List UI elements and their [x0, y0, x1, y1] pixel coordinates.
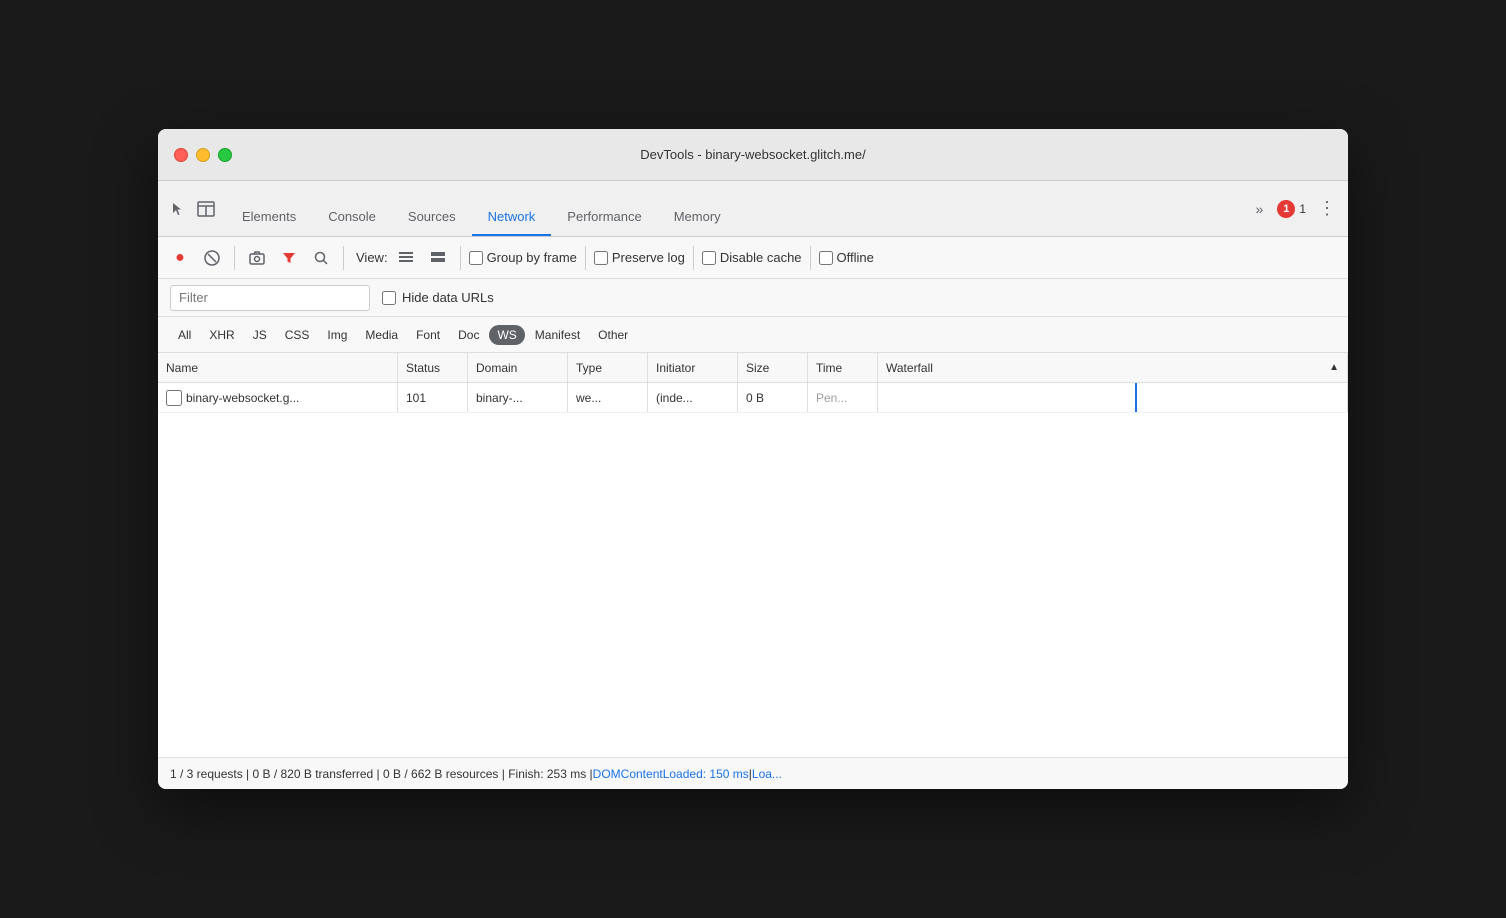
toolbar-divider-2 [343, 246, 344, 270]
search-button[interactable] [307, 244, 335, 272]
col-header-name[interactable]: Name [158, 353, 398, 382]
record-button[interactable]: ● [166, 244, 194, 272]
domcontentloaded-link[interactable]: DOMContentLoaded: 150 ms [593, 767, 749, 781]
tab-memory[interactable]: Memory [658, 198, 737, 236]
filter-js[interactable]: JS [245, 325, 275, 345]
error-count-label: 1 [1299, 202, 1306, 216]
camera-button[interactable] [243, 244, 271, 272]
col-header-size[interactable]: Size [738, 353, 808, 382]
table-header: Name Status Domain Type Initiator Size T… [158, 353, 1348, 383]
table-row[interactable]: binary-websocket.g... 101 binary-... we.… [158, 383, 1348, 413]
col-header-initiator[interactable]: Initiator [648, 353, 738, 382]
error-badge: 1 1 [1277, 200, 1306, 218]
disable-cache-label: Disable cache [702, 250, 802, 265]
large-view-button[interactable] [424, 244, 452, 272]
filter-manifest[interactable]: Manifest [527, 325, 588, 345]
row-waterfall-cell [878, 383, 1348, 412]
hide-data-urls-checkbox[interactable] [382, 291, 396, 305]
tab-bar: Elements Console Sources Network Perform… [158, 181, 1348, 237]
toolbar-divider-6 [810, 246, 811, 270]
col-header-time[interactable]: Time [808, 353, 878, 382]
row-size-cell: 0 B [738, 383, 808, 412]
filter-other[interactable]: Other [590, 325, 636, 345]
row-name-text: binary-websocket.g... [186, 391, 299, 405]
filter-font[interactable]: Font [408, 325, 448, 345]
preserve-log-checkbox[interactable] [594, 251, 608, 265]
row-status-cell: 101 [398, 383, 468, 412]
list-view-button[interactable] [392, 244, 420, 272]
toolbar-divider-4 [585, 246, 586, 270]
window-title: DevTools - binary-websocket.glitch.me/ [640, 147, 865, 162]
group-by-frame-label: Group by frame [469, 250, 577, 265]
filter-css[interactable]: CSS [277, 325, 318, 345]
row-name-cell: binary-websocket.g... [158, 383, 398, 412]
offline-label: Offline [819, 250, 874, 265]
tab-network[interactable]: Network [472, 198, 552, 236]
close-button[interactable] [174, 148, 188, 162]
load-link[interactable]: Loa... [752, 767, 782, 781]
group-by-frame-checkbox[interactable] [469, 251, 483, 265]
tab-console[interactable]: Console [312, 198, 392, 236]
col-header-domain[interactable]: Domain [468, 353, 568, 382]
tab-bar-left [158, 181, 226, 236]
dock-icon[interactable] [194, 197, 218, 221]
preserve-log-label: Preserve log [594, 250, 685, 265]
filter-bar: Hide data URLs [158, 279, 1348, 317]
row-domain-cell: binary-... [468, 383, 568, 412]
toolbar-divider-1 [234, 246, 235, 270]
waterfall-area [886, 383, 1339, 412]
view-label: View: [356, 250, 388, 265]
col-header-waterfall[interactable]: Waterfall ▲ [878, 353, 1348, 382]
tab-bar-right: » 1 1 ⋮ [1242, 181, 1348, 236]
tab-sources[interactable]: Sources [392, 198, 472, 236]
toolbar-divider-5 [693, 246, 694, 270]
clear-button[interactable] [198, 244, 226, 272]
filter-input[interactable] [170, 285, 370, 311]
filter-all[interactable]: All [170, 325, 199, 345]
row-initiator-cell: (inde... [648, 383, 738, 412]
waterfall-line [1135, 383, 1137, 412]
offline-checkbox[interactable] [819, 251, 833, 265]
traffic-lights [158, 148, 232, 162]
filter-button[interactable] [275, 244, 303, 272]
filter-doc[interactable]: Doc [450, 325, 487, 345]
filter-ws[interactable]: WS [489, 325, 524, 345]
toolbar-divider-3 [460, 246, 461, 270]
title-bar: DevTools - binary-websocket.glitch.me/ [158, 129, 1348, 181]
filter-xhr[interactable]: XHR [201, 325, 242, 345]
tab-elements[interactable]: Elements [226, 198, 312, 236]
status-text: 1 / 3 requests | 0 B / 820 B transferred… [170, 767, 593, 781]
status-bar: 1 / 3 requests | 0 B / 820 B transferred… [158, 757, 1348, 789]
error-count: 1 [1277, 200, 1295, 218]
kebab-menu-button[interactable]: ⋮ [1314, 194, 1340, 223]
filter-img[interactable]: Img [319, 325, 355, 345]
maximize-button[interactable] [218, 148, 232, 162]
more-tabs-button[interactable]: » [1250, 197, 1270, 221]
disable-cache-checkbox[interactable] [702, 251, 716, 265]
col-header-status[interactable]: Status [398, 353, 468, 382]
hide-data-urls-wrap: Hide data URLs [382, 290, 494, 305]
tab-nav: Elements Console Sources Network Perform… [226, 181, 1242, 236]
minimize-button[interactable] [196, 148, 210, 162]
devtools-window: DevTools - binary-websocket.glitch.me/ E… [158, 129, 1348, 789]
network-table: Name Status Domain Type Initiator Size T… [158, 353, 1348, 757]
row-type-cell: we... [568, 383, 648, 412]
row-checkbox[interactable] [166, 390, 182, 406]
filter-input-wrap [170, 285, 370, 311]
network-toolbar: ● [158, 237, 1348, 279]
type-filter-bar: All XHR JS CSS Img Media Font Doc WS Man… [158, 317, 1348, 353]
filter-media[interactable]: Media [357, 325, 406, 345]
waterfall-sort-icon: ▲ [1329, 362, 1339, 373]
cursor-icon[interactable] [166, 197, 190, 221]
tab-performance[interactable]: Performance [551, 198, 657, 236]
col-header-type[interactable]: Type [568, 353, 648, 382]
row-time-cell: Pen... [808, 383, 878, 412]
